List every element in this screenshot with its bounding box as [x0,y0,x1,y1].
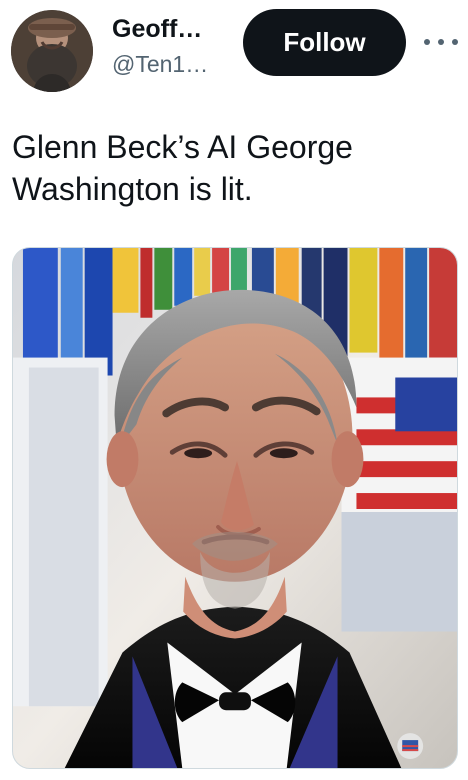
author-name-block[interactable]: Geoff… @Ten1… [112,12,232,92]
author-handle[interactable]: @Ten1… [112,49,232,79]
author-avatar[interactable] [11,10,93,92]
author-display-name[interactable]: Geoff… [112,12,232,46]
tweet-text: Glenn Beck’s AI George Washington is lit… [12,129,353,207]
photo-illustration [13,248,457,768]
more-dot [452,39,458,45]
follow-button[interactable]: Follow [243,9,406,76]
more-dot [424,39,430,45]
more-dot [438,39,444,45]
tweet-header: Geoff… @Ten1… Follow [0,0,468,100]
tweet-media-photo[interactable] [12,247,458,769]
more-horizontal-icon[interactable] [424,32,458,52]
